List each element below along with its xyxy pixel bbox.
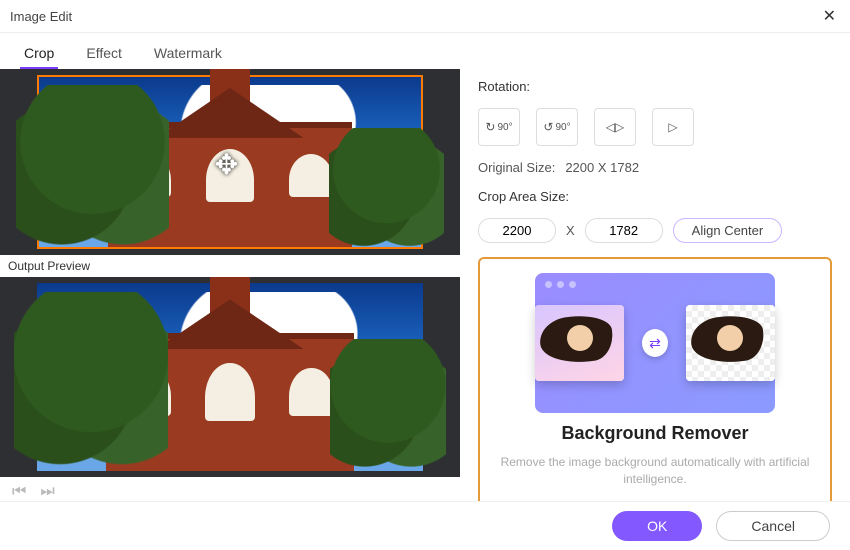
- left-panel: ✥ Output Preview ⏮ ⏭: [0, 69, 460, 507]
- flip-horizontal-button[interactable]: ◁▷: [594, 108, 636, 146]
- original-size-row: Original Size: 2200 X 1782: [478, 160, 832, 175]
- background-remover-promo[interactable]: ⇄ Background Remover Remove the image ba…: [478, 257, 832, 507]
- promo-illustration: ⇄: [535, 273, 775, 413]
- crop-frame[interactable]: ✥: [37, 75, 423, 250]
- footer: OK Cancel: [0, 501, 850, 550]
- cancel-button[interactable]: Cancel: [716, 511, 830, 541]
- flip-vertical-icon: ▷: [668, 120, 677, 134]
- promo-title: Background Remover: [561, 423, 748, 444]
- tab-effect[interactable]: Effect: [82, 39, 126, 69]
- tabs: Crop Effect Watermark: [0, 33, 850, 69]
- rotate-ccw-icon: ↺: [543, 120, 553, 134]
- output-preview-label: Output Preview: [0, 255, 460, 277]
- tab-crop[interactable]: Crop: [20, 39, 58, 69]
- body: ✥ Output Preview ⏮ ⏭ Rotation: ↻90° ↺90°…: [0, 69, 850, 507]
- window-title: Image Edit: [10, 9, 72, 24]
- original-size-label: Original Size:: [478, 160, 555, 175]
- crop-preview[interactable]: ✥: [0, 69, 460, 255]
- align-center-button[interactable]: Align Center: [673, 218, 783, 243]
- flip-horizontal-icon: ◁▷: [606, 120, 624, 134]
- output-preview: [0, 277, 460, 477]
- crop-height-input[interactable]: [585, 218, 663, 243]
- crop-width-input[interactable]: [478, 218, 556, 243]
- close-icon[interactable]: ✕: [819, 2, 840, 30]
- crop-x-sep: X: [566, 223, 575, 238]
- crop-area-row: X Align Center: [478, 218, 832, 243]
- prev-image-icon[interactable]: ⏮: [12, 483, 26, 501]
- next-image-icon[interactable]: ⏭: [40, 483, 54, 501]
- tab-watermark[interactable]: Watermark: [150, 39, 226, 69]
- rotate-cw-icon: ↻: [485, 120, 495, 134]
- ok-button[interactable]: OK: [612, 511, 702, 541]
- original-size-value: 2200 X 1782: [565, 160, 639, 175]
- rotation-row: ↻90° ↺90° ◁▷ ▷: [478, 108, 832, 146]
- flip-vertical-button[interactable]: ▷: [652, 108, 694, 146]
- crop-area-label: Crop Area Size:: [478, 189, 832, 204]
- swap-icon: ⇄: [642, 329, 668, 357]
- title-bar: Image Edit ✕: [0, 0, 850, 33]
- promo-thumb-before: [535, 305, 624, 381]
- right-panel: Rotation: ↻90° ↺90° ◁▷ ▷ Original Size: …: [460, 69, 850, 507]
- rotate-ccw-button[interactable]: ↺90°: [536, 108, 578, 146]
- promo-thumb-after: [686, 305, 775, 381]
- rotate-cw-button[interactable]: ↻90°: [478, 108, 520, 146]
- move-icon: ✥: [215, 148, 238, 181]
- rotation-label: Rotation:: [478, 79, 832, 94]
- promo-subtitle: Remove the image background automaticall…: [492, 454, 818, 488]
